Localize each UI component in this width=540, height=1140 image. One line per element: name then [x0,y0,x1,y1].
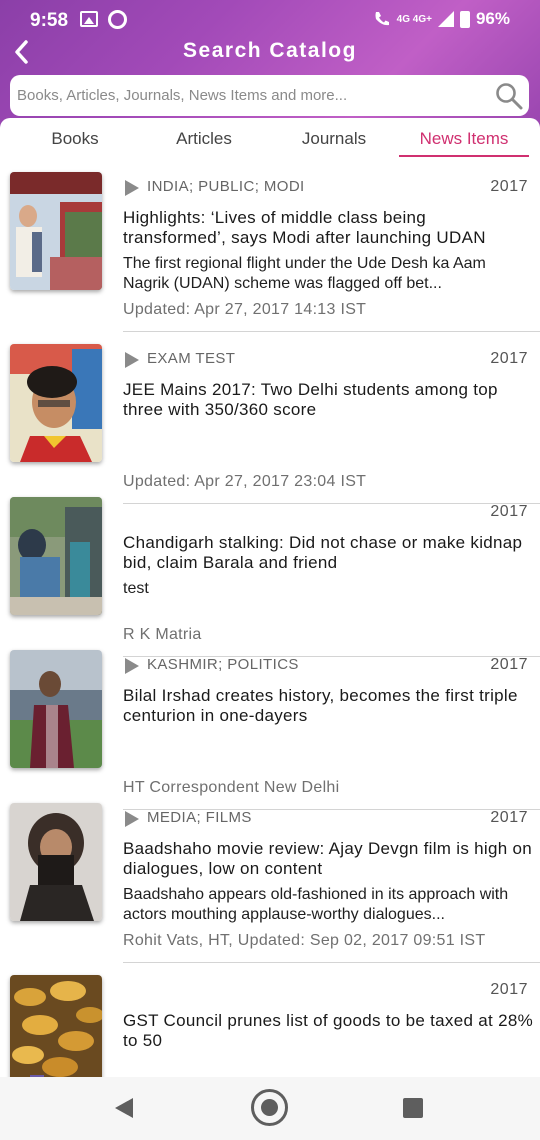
news-thumbnail [10,650,102,768]
list-item[interactable]: 2017 GST Council prunes list of goods to… [0,965,540,1077]
nav-back-icon[interactable] [115,1098,133,1118]
item-year: 2017 [490,178,528,195]
item-headline: JEE Mains 2017: Two Delhi students among… [123,380,498,419]
item-tags: MEDIA; FILMS [147,809,252,826]
news-thumbnail [10,172,102,290]
list-item[interactable]: INDIA; PUBLIC; MODI 2017 Highlights: ‘Li… [0,162,540,332]
item-footer: Rohit Vats, HT, Updated: Sep 02, 2017 09… [123,932,486,949]
battery-icon [459,10,470,28]
item-tags: KASHMIR; POLITICS [147,656,299,673]
system-nav-bar [0,1077,540,1140]
item-headline: Highlights: ‘Lives of middle class being… [123,208,486,247]
item-headline: Bilal Irshad creates history, becomes th… [123,686,518,725]
meta-row: 2017 [123,981,528,1003]
item-description: test [123,580,149,597]
list-item[interactable]: EXAM TEST 2017 JEE Mains 2017: Two Delhi… [0,334,540,504]
app-header: 9:58 4G 4G+ 96% Search Catalog [0,0,540,128]
meta-row: 2017 [123,503,528,525]
news-thumbnail [10,975,102,1077]
network-label: 4G 4G+ [396,13,432,25]
divider [123,962,540,963]
nav-home-icon[interactable] [251,1089,288,1126]
meta-row: INDIA; PUBLIC; MODI 2017 [123,178,528,200]
meta-row: MEDIA; FILMS 2017 [123,809,528,831]
call-icon [375,12,389,26]
item-headline: Baadshaho movie review: Ajay Devgn film … [123,839,533,878]
item-headline: Chandigarh stalking: Did not chase or ma… [123,533,523,572]
meta-row: EXAM TEST 2017 [123,350,528,372]
tab-news-items[interactable]: News Items [399,129,529,163]
list-item[interactable]: MEDIA; FILMS 2017 Baadshaho movie review… [0,793,540,963]
search-icon[interactable] [494,81,524,111]
item-description: Baadshaho appears old-fashioned in its a… [123,886,509,923]
item-headline: GST Council prunes list of goods to be t… [123,1011,533,1050]
item-footer: Updated: Apr 27, 2017 14:13 IST [123,301,367,318]
item-year: 2017 [490,350,528,367]
search-input[interactable] [10,75,494,116]
search-box [10,75,529,116]
item-year: 2017 [490,809,528,826]
image-notification-icon [80,11,98,27]
play-triangle-icon [125,658,139,674]
item-description: The first regional flight under the Ude … [123,255,486,292]
nav-recent-icon[interactable] [403,1098,423,1118]
active-tab-indicator [399,155,529,157]
status-time: 9:58 [30,10,69,31]
play-triangle-icon [125,352,139,368]
tab-articles[interactable]: Articles [139,129,269,163]
list-item[interactable]: KASHMIR; POLITICS 2017 Bilal Irshad crea… [0,640,540,810]
tab-books[interactable]: Books [10,129,140,163]
list-item[interactable]: 2017 Chandigarh stalking: Did not chase … [0,487,540,657]
meta-row: KASHMIR; POLITICS 2017 [123,656,528,678]
news-thumbnail [10,344,102,462]
item-year: 2017 [490,656,528,673]
status-bar: 9:58 4G 4G+ 96% [0,0,540,40]
news-thumbnail [10,497,102,615]
item-year: 2017 [490,981,528,998]
sync-notification-icon [108,10,127,29]
item-tags: INDIA; PUBLIC; MODI [147,178,305,195]
divider [123,331,540,332]
tab-journals[interactable]: Journals [269,129,399,163]
signal-icon [437,11,454,27]
play-triangle-icon [125,811,139,827]
page-title: Search Catalog [183,39,357,62]
item-year: 2017 [490,503,528,520]
status-right-group: 4G 4G+ 96% [373,9,510,29]
play-triangle-icon [125,180,139,196]
news-thumbnail [10,803,102,921]
battery-percent: 96% [475,9,510,28]
item-tags: EXAM TEST [147,350,236,367]
news-list: INDIA; PUBLIC; MODI 2017 Highlights: ‘Li… [0,162,540,1077]
